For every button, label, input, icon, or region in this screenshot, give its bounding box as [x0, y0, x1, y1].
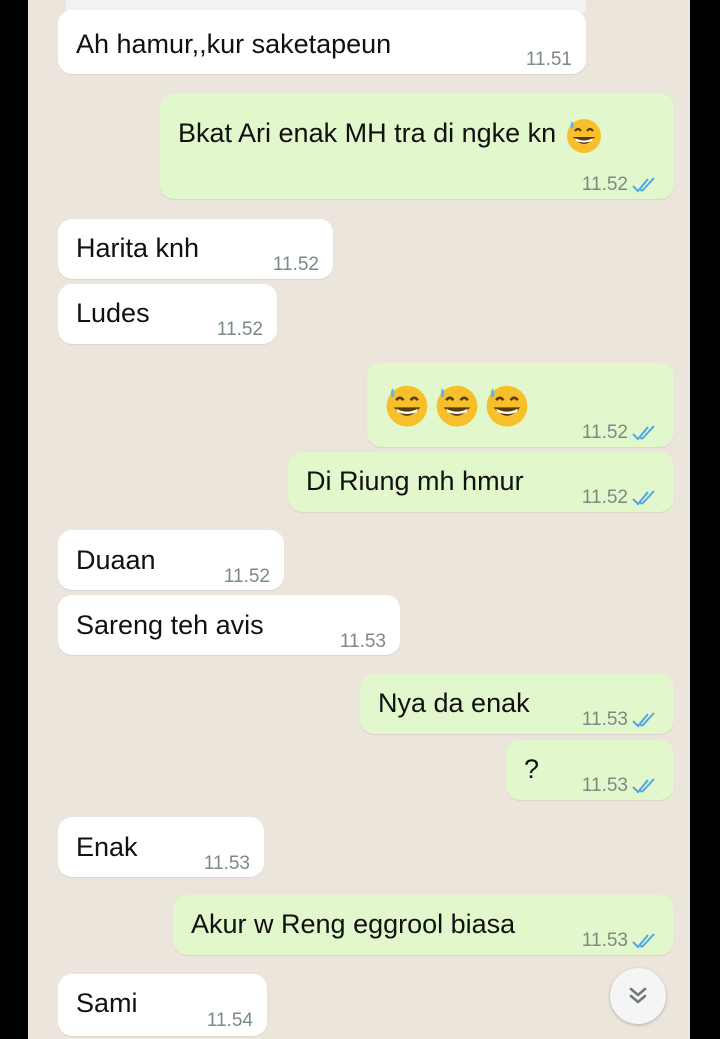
- message-text: Nya da enak: [378, 688, 530, 718]
- message-text: ?: [524, 754, 540, 784]
- double-check-icon: [632, 425, 655, 441]
- message-time: 11.52: [581, 174, 628, 195]
- message-text: Enak: [76, 832, 138, 862]
- message-time: 11.54: [206, 1010, 253, 1031]
- double-check-icon: [632, 778, 655, 794]
- double-check-icon: [632, 490, 655, 506]
- message-incoming[interactable]: Harita knh 11.52: [58, 219, 333, 279]
- grinning-sweat-emoji-icon: [566, 119, 601, 153]
- message-meta: 11.52: [582, 169, 660, 201]
- message-outgoing[interactable]: Nya da enak 11.53: [360, 674, 674, 734]
- message-time: 11.53: [581, 930, 628, 951]
- message-incoming[interactable]: Ludes 11.52: [58, 284, 277, 344]
- message-outgoing[interactable]: Di Riung mh hmur 11.52: [288, 452, 674, 512]
- message-time: 11.52: [272, 254, 319, 275]
- message-text: Bkat Ari enak MH tra di ngke kn: [178, 115, 604, 155]
- message-incoming[interactable]: Ah hamur,,kur saketapeun 11.51: [58, 10, 586, 74]
- message-incoming[interactable]: Sareng teh avis 11.53: [58, 595, 400, 655]
- double-check-icon: [632, 933, 655, 949]
- grinning-sweat-emoji-icon: [386, 385, 428, 427]
- message-time: 11.53: [203, 853, 250, 874]
- message-text: Di Riung mh hmur: [306, 466, 524, 496]
- message-incoming[interactable]: Enak 11.53: [58, 817, 264, 877]
- message-meta: 11.53: [582, 704, 660, 736]
- message-time: 11.52: [581, 487, 628, 508]
- grinning-sweat-emoji-icon: [486, 385, 528, 427]
- message-text: Sareng teh avis: [76, 610, 264, 640]
- message-outgoing[interactable]: 11.52: [367, 363, 674, 447]
- chat-background: Ah hamur,,kur saketapeun 11.51 Bkat Ari …: [28, 0, 690, 1039]
- message-meta: 11.52: [582, 482, 660, 514]
- scroll-to-bottom-button[interactable]: [610, 968, 666, 1024]
- message-text: Harita knh: [76, 233, 200, 263]
- message-text: Ah hamur,,kur saketapeun: [76, 29, 392, 59]
- message-time: 11.51: [525, 49, 572, 70]
- message-meta: 11.52: [582, 417, 660, 449]
- message-incoming[interactable]: Duaan 11.52: [58, 530, 284, 590]
- message-meta: 11.53: [582, 925, 660, 957]
- double-chevron-down-icon: [629, 987, 647, 1004]
- message-text: Akur w Reng eggrool biasa: [191, 909, 516, 939]
- message-text: Sami: [76, 988, 138, 1018]
- message-outgoing[interactable]: Bkat Ari enak MH tra di ngke kn 11.52: [160, 93, 674, 199]
- message-time: 11.52: [581, 422, 628, 443]
- double-check-icon: [632, 712, 655, 728]
- message-outgoing[interactable]: ? 11.53: [506, 740, 674, 800]
- message-time: 11.53: [581, 709, 628, 730]
- message-time: 11.53: [581, 775, 628, 796]
- message-outgoing[interactable]: Akur w Reng eggrool biasa 11.53: [173, 895, 674, 955]
- message-text: Ludes: [76, 298, 150, 328]
- message-text: Duaan: [76, 545, 156, 575]
- message-meta: 11.53: [582, 770, 660, 802]
- message-time: 11.53: [339, 631, 386, 652]
- message-time: 11.52: [216, 319, 263, 340]
- grinning-sweat-emoji-icon: [436, 385, 478, 427]
- double-check-icon: [632, 177, 655, 193]
- message-time: 11.52: [223, 566, 270, 587]
- message-text-content: Bkat Ari enak MH tra di ngke kn: [178, 118, 557, 149]
- emoji-group: [383, 381, 531, 429]
- message-incoming[interactable]: Sami 11.54: [58, 974, 267, 1036]
